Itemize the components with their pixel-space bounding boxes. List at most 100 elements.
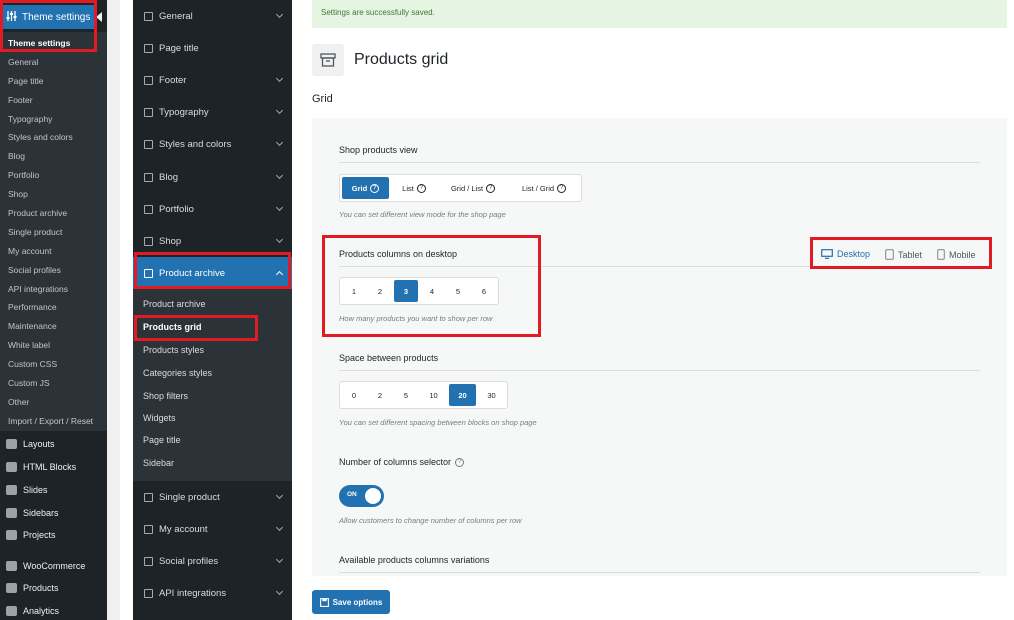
columns-option-3[interactable]: 3 bbox=[394, 280, 418, 302]
space-option-30[interactable]: 30 bbox=[478, 384, 505, 406]
chevron-down-icon bbox=[275, 235, 284, 244]
navsub-widgets[interactable]: Widgets bbox=[143, 408, 176, 428]
nav-product-archive[interactable]: Product archive bbox=[133, 257, 292, 289]
save-options-button[interactable]: Save options bbox=[312, 590, 390, 614]
nav-typography[interactable]: Typography bbox=[133, 96, 292, 128]
columns-option-4[interactable]: 4 bbox=[420, 280, 444, 302]
columns-desktop-selector: 1 2 3 4 5 6 bbox=[339, 277, 499, 305]
wp-sub-custom-js[interactable]: Custom JS bbox=[0, 374, 107, 393]
wp-menu-analytics[interactable]: Analytics bbox=[0, 600, 107, 620]
save-options-label: Save options bbox=[332, 597, 383, 607]
wp-sub-product-archive[interactable]: Product archive bbox=[0, 204, 107, 223]
space-option-20[interactable]: 20 bbox=[449, 384, 476, 406]
view-grid-list-button[interactable]: Grid / List? bbox=[439, 177, 507, 199]
help-icon[interactable]: ? bbox=[455, 457, 465, 467]
columns-selector-label: Number of columns selector bbox=[339, 457, 452, 467]
help-icon[interactable]: ? bbox=[557, 183, 567, 193]
help-icon[interactable]: ? bbox=[416, 183, 426, 193]
columns-option-2[interactable]: 2 bbox=[368, 280, 392, 302]
nav-single-product[interactable]: Single product bbox=[133, 481, 292, 513]
wp-sub-blog[interactable]: Blog bbox=[0, 147, 107, 166]
wp-menu-layouts[interactable]: Layouts bbox=[0, 433, 107, 455]
chevron-down-icon bbox=[275, 171, 284, 180]
columns-selector-toggle[interactable]: ON bbox=[339, 485, 384, 507]
space-option-0[interactable]: 0 bbox=[342, 384, 366, 406]
slides-icon bbox=[6, 485, 17, 495]
wp-sub-theme-settings[interactable]: Theme settings bbox=[0, 34, 107, 53]
device-tab-tablet[interactable]: Tablet bbox=[885, 249, 922, 260]
navsub-shop-filters[interactable]: Shop filters bbox=[143, 386, 188, 406]
options-nav: General Page title Footer Typography Sty… bbox=[133, 0, 292, 620]
view-list-grid-button[interactable]: List / Grid? bbox=[509, 177, 579, 199]
navsub-product-archive[interactable]: Product archive bbox=[143, 294, 206, 314]
columns-option-1[interactable]: 1 bbox=[342, 280, 366, 302]
space-option-5[interactable]: 5 bbox=[394, 384, 418, 406]
wp-sub-shop[interactable]: Shop bbox=[0, 185, 107, 204]
nav-label: API integrations bbox=[159, 587, 227, 599]
shop-icon bbox=[144, 236, 153, 246]
space-option-10[interactable]: 10 bbox=[420, 384, 447, 406]
nav-label: Footer bbox=[159, 74, 187, 86]
wp-sub-white-label[interactable]: White label bbox=[0, 336, 107, 355]
wp-menu-slides[interactable]: Slides bbox=[0, 479, 107, 501]
success-notice: Settings are successfully saved. bbox=[312, 0, 1007, 28]
archive-icon bbox=[312, 44, 344, 76]
wp-menu-projects[interactable]: Projects bbox=[0, 524, 107, 546]
view-grid-label: Grid bbox=[351, 183, 368, 193]
view-grid-button[interactable]: Grid? bbox=[342, 177, 389, 199]
wp-sub-performance[interactable]: Performance bbox=[0, 298, 107, 317]
nav-api-integrations[interactable]: API integrations bbox=[133, 577, 292, 609]
wp-sub-custom-css[interactable]: Custom CSS bbox=[0, 355, 107, 374]
html-icon bbox=[6, 462, 17, 472]
wp-sub-general[interactable]: General bbox=[0, 53, 107, 72]
wp-sub-other[interactable]: Other bbox=[0, 393, 107, 412]
nav-general[interactable]: General bbox=[133, 0, 292, 32]
wp-sub-import-export[interactable]: Import / Export / Reset bbox=[0, 412, 107, 431]
wp-menu-sidebars[interactable]: Sidebars bbox=[0, 502, 107, 524]
wp-sub-footer[interactable]: Footer bbox=[0, 91, 107, 110]
wp-sub-social-profiles[interactable]: Social profiles bbox=[0, 261, 107, 280]
navsub-page-title[interactable]: Page title bbox=[143, 430, 181, 450]
device-tab-desktop[interactable]: Desktop bbox=[821, 249, 870, 259]
nav-page-title[interactable]: Page title bbox=[133, 32, 292, 64]
columns-option-6[interactable]: 6 bbox=[472, 280, 496, 302]
current-menu-arrow bbox=[96, 12, 102, 22]
wp-sub-maintenance[interactable]: Maintenance bbox=[0, 317, 107, 336]
wp-menu-label: Sidebars bbox=[23, 508, 59, 518]
wp-menu-woocommerce[interactable]: WooCommerce bbox=[0, 555, 107, 577]
view-list-button[interactable]: List? bbox=[391, 177, 437, 199]
wp-sub-api-integrations[interactable]: API integrations bbox=[0, 280, 107, 299]
wp-sub-typography[interactable]: Typography bbox=[0, 110, 107, 129]
help-icon[interactable]: ? bbox=[486, 183, 496, 193]
nav-footer[interactable]: Footer bbox=[133, 64, 292, 96]
wp-sub-page-title[interactable]: Page title bbox=[0, 72, 107, 91]
wp-menu-products[interactable]: Products bbox=[0, 577, 107, 599]
nav-my-account[interactable]: My account bbox=[133, 513, 292, 545]
mobile-icon bbox=[937, 249, 945, 260]
wp-sub-single-product[interactable]: Single product bbox=[0, 223, 107, 242]
wp-sub-styles-colors[interactable]: Styles and colors bbox=[0, 128, 107, 147]
chevron-down-icon bbox=[275, 523, 284, 532]
divider bbox=[339, 162, 980, 163]
wp-sub-portfolio[interactable]: Portfolio bbox=[0, 166, 107, 185]
nav-blog[interactable]: Blog bbox=[133, 161, 292, 193]
wp-sub-my-account[interactable]: My account bbox=[0, 242, 107, 261]
nav-portfolio[interactable]: Portfolio bbox=[133, 193, 292, 225]
toggle-state-label: ON bbox=[347, 491, 357, 498]
help-icon[interactable]: ? bbox=[370, 183, 380, 193]
theme-settings-menu-head[interactable]: Theme settings bbox=[0, 5, 102, 29]
navsub-sidebar[interactable]: Sidebar bbox=[143, 453, 174, 473]
navsub-categories-styles[interactable]: Categories styles bbox=[143, 363, 212, 383]
nav-social-profiles[interactable]: Social profiles bbox=[133, 545, 292, 577]
save-icon bbox=[319, 597, 329, 607]
nav-shop[interactable]: Shop bbox=[133, 225, 292, 257]
device-tab-mobile[interactable]: Mobile bbox=[937, 249, 976, 260]
navsub-products-grid[interactable]: Products grid bbox=[143, 317, 202, 337]
navsub-products-styles[interactable]: Products styles bbox=[143, 340, 204, 360]
wp-menu-html-blocks[interactable]: HTML Blocks bbox=[0, 456, 107, 478]
space-option-2[interactable]: 2 bbox=[368, 384, 392, 406]
nav-styles-colors[interactable]: Styles and colors bbox=[133, 128, 292, 160]
wp-menu-label: WooCommerce bbox=[23, 561, 86, 571]
nav-label: Single product bbox=[159, 491, 220, 503]
columns-option-5[interactable]: 5 bbox=[446, 280, 470, 302]
